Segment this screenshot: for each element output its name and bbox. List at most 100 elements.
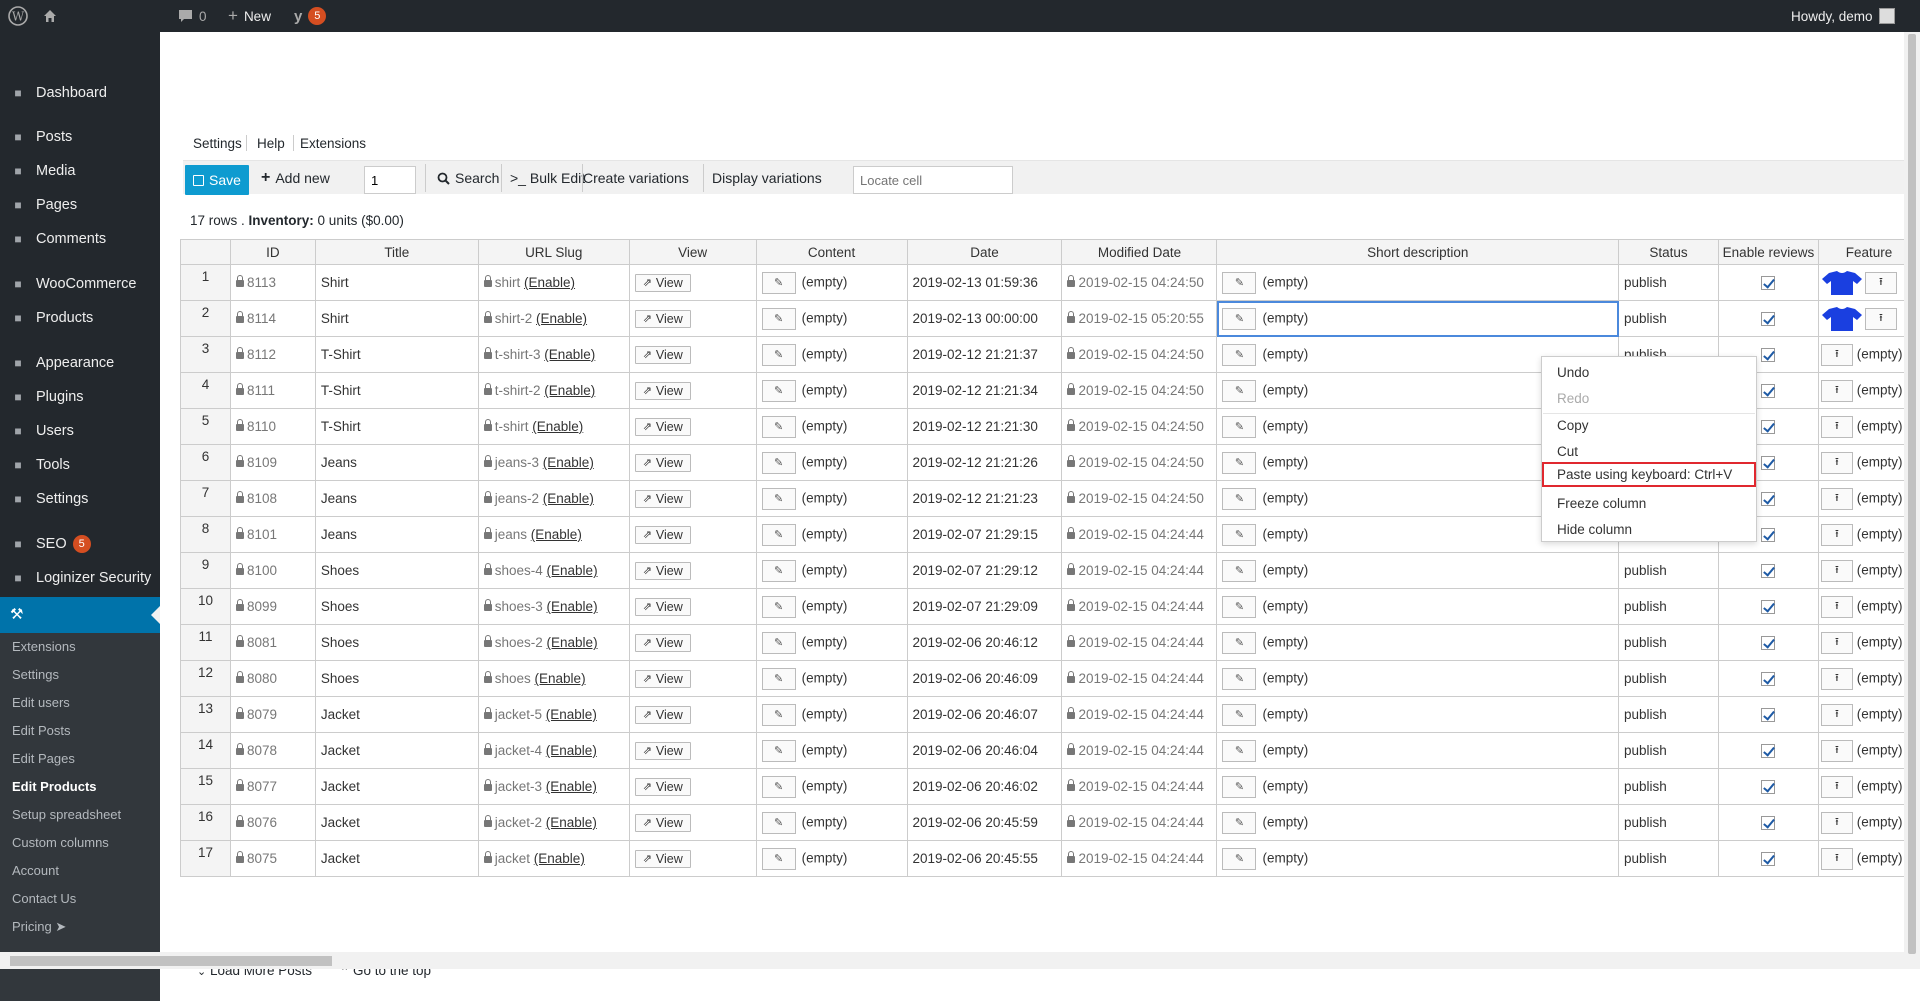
enable-reviews-checkbox[interactable]	[1761, 672, 1776, 687]
title-cell[interactable]: Jeans	[314, 516, 479, 553]
view-button[interactable]: ⇗ View	[634, 273, 691, 292]
id-cell[interactable]: 8111	[229, 372, 316, 409]
short-description-cell[interactable]: ✎ (empty)	[1216, 300, 1620, 337]
date-cell[interactable]: 2019-02-06 20:46:07	[906, 696, 1063, 733]
enable-slug-link[interactable]: (Enable)	[547, 599, 598, 614]
view-button[interactable]: ⇗ View	[634, 705, 691, 724]
vertical-scrollbar[interactable]	[1904, 32, 1920, 969]
short-description-cell[interactable]: ✎ (empty)	[1216, 552, 1620, 589]
content-cell[interactable]: ✎ (empty)	[755, 840, 908, 877]
menu-item-hide-column[interactable]: Hide column	[1557, 522, 1632, 537]
enable-slug-link[interactable]: (Enable)	[546, 707, 597, 722]
wordpress-logo-icon[interactable]: W	[8, 0, 28, 32]
date-cell[interactable]: 2019-02-07 21:29:12	[906, 552, 1063, 589]
enable-slug-link[interactable]: (Enable)	[546, 779, 597, 794]
edit-content-button[interactable]: ✎	[761, 307, 796, 330]
edit-content-button[interactable]: ✎	[761, 703, 796, 726]
date-cell[interactable]: 2019-02-12 21:21:37	[906, 336, 1063, 373]
upload-image-button[interactable]: ⭱	[1864, 307, 1897, 330]
id-cell[interactable]: 8075	[229, 840, 316, 877]
view-button[interactable]: ⇗ View	[634, 849, 691, 868]
view-button[interactable]: ⇗ View	[634, 453, 691, 472]
enable-slug-link[interactable]: (Enable)	[547, 563, 598, 578]
title-cell[interactable]: Jacket	[314, 804, 479, 841]
edit-short-description-button[interactable]: ✎	[1222, 379, 1257, 402]
view-button[interactable]: ⇗ View	[634, 813, 691, 832]
short-description-cell[interactable]: ✎ (empty)	[1216, 624, 1620, 661]
enable-slug-link[interactable]: (Enable)	[531, 527, 582, 542]
view-button[interactable]: ⇗ View	[634, 633, 691, 652]
menu-item-paste[interactable]: Paste using keyboard: Ctrl+V	[1557, 467, 1732, 482]
edit-content-button[interactable]: ✎	[761, 343, 796, 366]
enable-reviews-checkbox[interactable]	[1761, 636, 1776, 651]
add-new-button[interactable]: + Add new	[261, 161, 330, 195]
sidebar-item-spreadsheet[interactable]: ⚒	[0, 597, 160, 633]
content-cell[interactable]: ✎ (empty)	[755, 588, 908, 625]
column-header-view[interactable]: View	[628, 239, 757, 265]
modified-date-cell[interactable]: 2019-02-15 04:24:44	[1061, 660, 1218, 697]
edit-content-button[interactable]: ✎	[761, 379, 796, 402]
view-button[interactable]: ⇗ View	[634, 669, 691, 688]
id-cell[interactable]: 8076	[229, 804, 316, 841]
modified-date-cell[interactable]: 2019-02-15 04:24:44	[1061, 624, 1218, 661]
sidebar-item-settings[interactable]: ■ Settings	[0, 482, 160, 516]
date-cell[interactable]: 2019-02-12 21:21:26	[906, 444, 1063, 481]
enable-slug-link[interactable]: (Enable)	[532, 419, 583, 434]
column-header-date[interactable]: Date	[906, 239, 1063, 265]
edit-content-button[interactable]: ✎	[761, 595, 796, 618]
id-cell[interactable]: 8114	[229, 300, 316, 337]
modified-date-cell[interactable]: 2019-02-15 04:24:50	[1061, 372, 1218, 409]
vertical-scroll-thumb[interactable]	[1908, 34, 1916, 954]
content-cell[interactable]: ✎ (empty)	[755, 372, 908, 409]
id-cell[interactable]: 8113	[229, 264, 316, 301]
enable-slug-link[interactable]: (Enable)	[547, 635, 598, 650]
modified-date-cell[interactable]: 2019-02-15 04:24:44	[1061, 840, 1218, 877]
edit-short-description-button[interactable]: ✎	[1222, 667, 1257, 690]
enable-reviews-checkbox[interactable]	[1761, 528, 1776, 543]
short-description-cell[interactable]: ✎ (empty)	[1216, 588, 1620, 625]
submenu-item-pricing[interactable]: Pricing ➤	[12, 919, 66, 935]
title-cell[interactable]: T-Shirt	[314, 336, 479, 373]
id-cell[interactable]: 8110	[229, 408, 316, 445]
short-description-cell[interactable]: ✎ (empty)	[1216, 660, 1620, 697]
short-description-cell[interactable]: ✎ (empty)	[1216, 768, 1620, 805]
edit-content-button[interactable]: ✎	[761, 667, 796, 690]
title-cell[interactable]: Shoes	[314, 624, 479, 661]
extensions-link[interactable]: Extensions	[300, 136, 366, 151]
modified-date-cell[interactable]: 2019-02-15 04:24:44	[1061, 804, 1218, 841]
submenu-item-extensions[interactable]: Extensions	[12, 639, 76, 654]
upload-image-button[interactable]: ⭱	[1864, 271, 1897, 294]
modified-date-cell[interactable]: 2019-02-15 04:24:44	[1061, 588, 1218, 625]
id-cell[interactable]: 8079	[229, 696, 316, 733]
enable-slug-link[interactable]: (Enable)	[544, 347, 595, 362]
submenu-item-edit-users[interactable]: Edit users	[12, 695, 70, 710]
sidebar-item-posts[interactable]: ■ Posts	[0, 120, 160, 154]
menu-item-copy[interactable]: Copy	[1557, 418, 1589, 433]
modified-date-cell[interactable]: 2019-02-15 04:24:50	[1061, 336, 1218, 373]
id-cell[interactable]: 8077	[229, 768, 316, 805]
enable-reviews-checkbox[interactable]	[1761, 348, 1776, 363]
new-link[interactable]: + New	[228, 0, 271, 32]
edit-short-description-button[interactable]: ✎	[1222, 271, 1257, 294]
shirt-thumbnail[interactable]	[1821, 306, 1863, 332]
view-button[interactable]: ⇗ View	[634, 417, 691, 436]
upload-image-button[interactable]: ⭱	[1820, 559, 1853, 582]
enable-reviews-checkbox[interactable]	[1761, 420, 1776, 435]
sidebar-item-products[interactable]: ■ Products	[0, 301, 160, 335]
edit-content-button[interactable]: ✎	[761, 559, 796, 582]
id-cell[interactable]: 8109	[229, 444, 316, 481]
view-button[interactable]: ⇗ View	[634, 741, 691, 760]
enable-reviews-checkbox[interactable]	[1761, 744, 1776, 759]
enable-reviews-checkbox[interactable]	[1761, 852, 1776, 867]
sidebar-item-dashboard[interactable]: ■ Dashboard	[0, 76, 160, 110]
submenu-item-settings[interactable]: Settings	[12, 667, 59, 682]
help-link[interactable]: Help	[257, 136, 285, 151]
edit-content-button[interactable]: ✎	[761, 415, 796, 438]
edit-content-button[interactable]: ✎	[761, 451, 796, 474]
enable-slug-link[interactable]: (Enable)	[546, 743, 597, 758]
content-cell[interactable]: ✎ (empty)	[755, 732, 908, 769]
edit-short-description-button[interactable]: ✎	[1222, 487, 1257, 510]
id-cell[interactable]: 8078	[229, 732, 316, 769]
date-cell[interactable]: 2019-02-12 21:21:34	[906, 372, 1063, 409]
title-cell[interactable]: Jeans	[314, 480, 479, 517]
